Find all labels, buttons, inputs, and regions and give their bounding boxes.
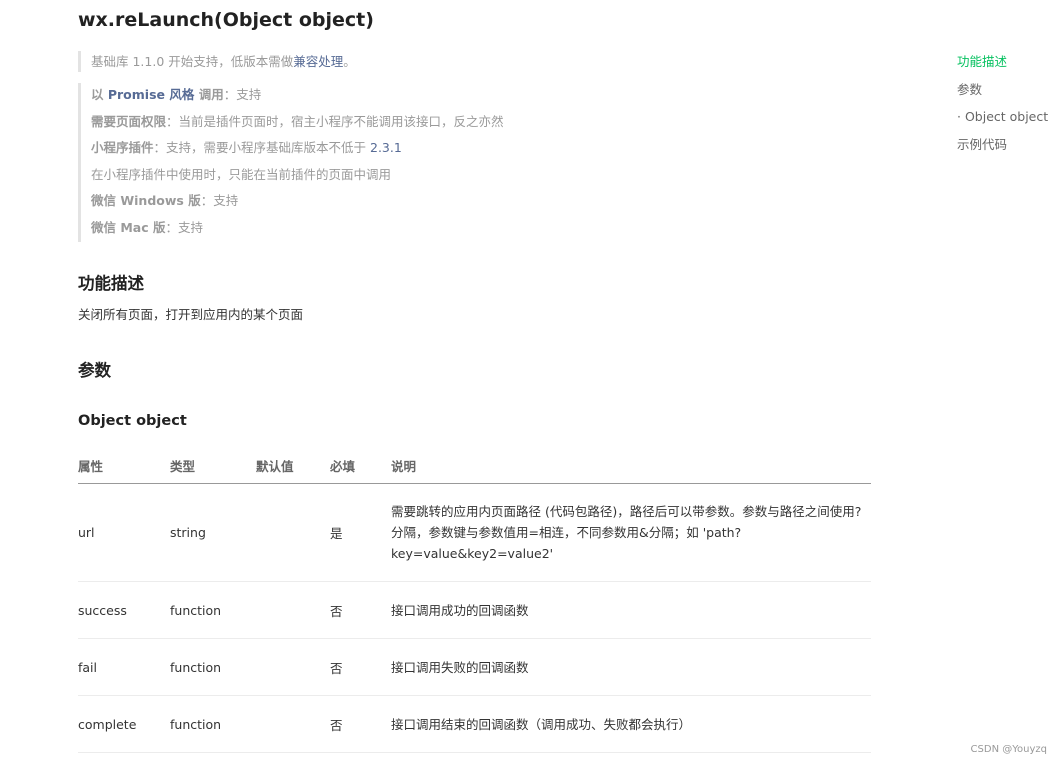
param-name: fail xyxy=(78,638,170,696)
table-row: fail function 否 接口调用失败的回调函数 xyxy=(78,638,871,696)
param-type: function xyxy=(170,638,256,696)
param-description: 接口调用成功的回调函数 xyxy=(391,581,871,639)
param-description-line: key=value&key2=value2' xyxy=(391,546,554,561)
param-name: success xyxy=(78,581,170,639)
param-name: complete xyxy=(78,695,170,753)
table-row: complete function 否 接口调用结束的回调函数（调用成功、失败都… xyxy=(78,695,871,753)
promise-mid: 调用 xyxy=(194,87,224,102)
header-required: 必填 xyxy=(330,448,391,484)
param-default xyxy=(256,638,330,696)
table-header-row: 属性 类型 默认值 必填 说明 xyxy=(78,448,871,484)
header-name: 属性 xyxy=(78,448,170,484)
param-default xyxy=(256,483,330,582)
permission-label: 需要页面权限 xyxy=(91,113,167,129)
plugin-label: 小程序插件 xyxy=(91,140,154,155)
support-info: 以 Promise 风格 调用：支持 需要页面权限：当前是插件页面时，宿主小程序… xyxy=(78,83,504,242)
param-type: string xyxy=(170,483,256,582)
page-title: wx.reLaunch(Object object) xyxy=(78,9,374,31)
base-library-suffix: 。 xyxy=(343,54,356,69)
toc-item-feature[interactable]: 功能描述 xyxy=(957,50,1048,78)
plugin-line: 小程序插件：支持，需要小程序基础库版本不低于 2.3.1 xyxy=(91,136,504,163)
param-required: 否 xyxy=(330,581,391,639)
param-required: 是 xyxy=(330,483,391,582)
header-description: 说明 xyxy=(391,448,871,484)
header-default: 默认值 xyxy=(256,448,330,484)
feature-heading: 功能描述 xyxy=(78,274,144,293)
permission-line: 需要页面权限：当前是插件页面时，宿主小程序不能调用该接口，反之亦然 xyxy=(91,110,504,137)
csdn-watermark: CSDN @Youyzq xyxy=(970,744,1047,755)
header-type: 类型 xyxy=(170,448,256,484)
param-description: 接口调用失败的回调函数 xyxy=(391,638,871,696)
windows-value: ：支持 xyxy=(200,193,239,208)
plugin-version-link[interactable]: 2.3.1 xyxy=(370,140,402,155)
param-description: 接口调用结束的回调函数（调用成功、失败都会执行） xyxy=(391,695,871,753)
plugin-value: ：支持，需要小程序基础库版本不低于 xyxy=(153,140,370,155)
table-of-contents: 功能描述 参数 · Object object 示例代码 xyxy=(957,50,1048,160)
compat-link[interactable]: 兼容处理 xyxy=(293,54,343,69)
promise-line: 以 Promise 风格 调用：支持 xyxy=(91,83,504,110)
param-type: function xyxy=(170,581,256,639)
param-required: 否 xyxy=(330,695,391,753)
mac-line: 微信 Mac 版：支持 xyxy=(91,216,504,243)
params-heading: 参数 xyxy=(78,361,111,380)
param-default xyxy=(256,581,330,639)
param-description: 需要跳转的应用内页面路径 (代码包路径)，路径后可以带参数。参数与路径之间使用?… xyxy=(391,483,871,582)
promise-value: ：支持 xyxy=(223,87,262,102)
mac-value: ：支持 xyxy=(165,219,204,235)
table-row: url string 是 需要跳转的应用内页面路径 (代码包路径)，路径后可以带… xyxy=(78,483,871,582)
feature-description: 关闭所有页面，打开到应用内的某个页面 xyxy=(78,307,304,322)
toc-item-example[interactable]: 示例代码 xyxy=(957,133,1048,161)
table-row: success function 否 接口调用成功的回调函数 xyxy=(78,581,871,639)
promise-link[interactable]: Promise 风格 xyxy=(108,87,195,102)
base-library-note: 基础库 1.1.0 开始支持，低版本需做兼容处理。 xyxy=(78,51,356,72)
plugin-note-line: 在小程序插件中使用时，只能在当前插件的页面中调用 xyxy=(91,166,392,182)
object-heading: Object object xyxy=(78,413,187,429)
param-default xyxy=(256,695,330,753)
mac-label: 微信 Mac 版 xyxy=(91,219,166,235)
param-description-line: 需要跳转的应用内页面路径 (代码包路径)，路径后可以带参数。参数与路径之间使用? xyxy=(391,504,862,519)
toc-item-params[interactable]: 参数 xyxy=(957,78,1048,106)
windows-line: 微信 Windows 版：支持 xyxy=(91,189,504,216)
param-required: 否 xyxy=(330,638,391,696)
param-description-line: 分隔，参数键与参数值用=相连，不同参数用&分隔；如 'path? xyxy=(391,525,742,540)
promise-prefix: 以 xyxy=(91,87,108,102)
base-library-text: 基础库 1.1.0 开始支持，低版本需做 xyxy=(91,54,294,69)
param-name: url xyxy=(78,483,170,582)
params-table: 属性 类型 默认值 必填 说明 url string 是 需要跳转的应用内页面路… xyxy=(78,448,871,753)
windows-label: 微信 Windows 版 xyxy=(91,193,201,208)
param-type: function xyxy=(170,695,256,753)
toc-item-object[interactable]: · Object object xyxy=(957,105,1048,133)
permission-value: ：当前是插件页面时，宿主小程序不能调用该接口，反之亦然 xyxy=(166,113,504,129)
